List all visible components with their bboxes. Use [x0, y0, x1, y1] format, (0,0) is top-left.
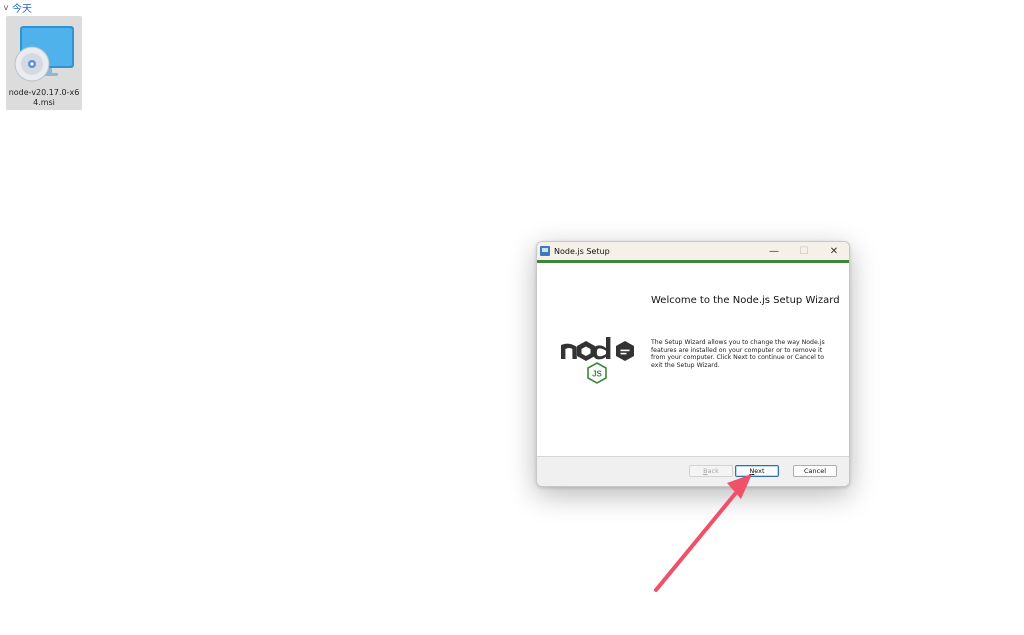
setup-dialog: Node.js Setup — ☐ ✕ JS Welcome to the No…: [536, 241, 850, 487]
installer-disc-icon: [14, 26, 74, 82]
title-bar[interactable]: Node.js Setup — ☐ ✕: [537, 242, 849, 260]
logo-badge: JS: [592, 370, 602, 379]
minimize-button[interactable]: —: [759, 242, 789, 260]
file-name: node-v20.17.0-x64.msi: [8, 88, 80, 107]
maximize-button[interactable]: ☐: [789, 242, 819, 260]
dialog-title: Node.js Setup: [554, 246, 610, 256]
cancel-button[interactable]: Cancel: [793, 465, 837, 477]
next-button[interactable]: Next: [735, 465, 779, 477]
next-label-rest: ext: [754, 467, 765, 475]
chevron-down-icon[interactable]: v: [2, 3, 10, 12]
setup-app-icon: [540, 246, 550, 256]
annotation-arrow: [654, 474, 752, 592]
window-controls: — ☐ ✕: [759, 242, 849, 260]
group-label: 今天: [12, 3, 32, 15]
arrow-shaft: [654, 492, 737, 592]
button-bar: Back Next Cancel: [537, 456, 849, 486]
wizard-heading: Welcome to the Node.js Setup Wizard: [651, 295, 840, 306]
wizard-content: JS Welcome to the Node.js Setup Wizard T…: [537, 263, 849, 456]
back-label-rest: ack: [707, 467, 719, 475]
back-button[interactable]: Back: [689, 465, 733, 477]
file-item-node-msi[interactable]: node-v20.17.0-x64.msi: [6, 16, 82, 110]
wizard-description: The Setup Wizard allows you to change th…: [651, 339, 825, 369]
nodejs-logo: JS: [561, 337, 634, 384]
group-header-today[interactable]: v 今天: [2, 0, 32, 15]
close-button[interactable]: ✕: [819, 242, 849, 260]
